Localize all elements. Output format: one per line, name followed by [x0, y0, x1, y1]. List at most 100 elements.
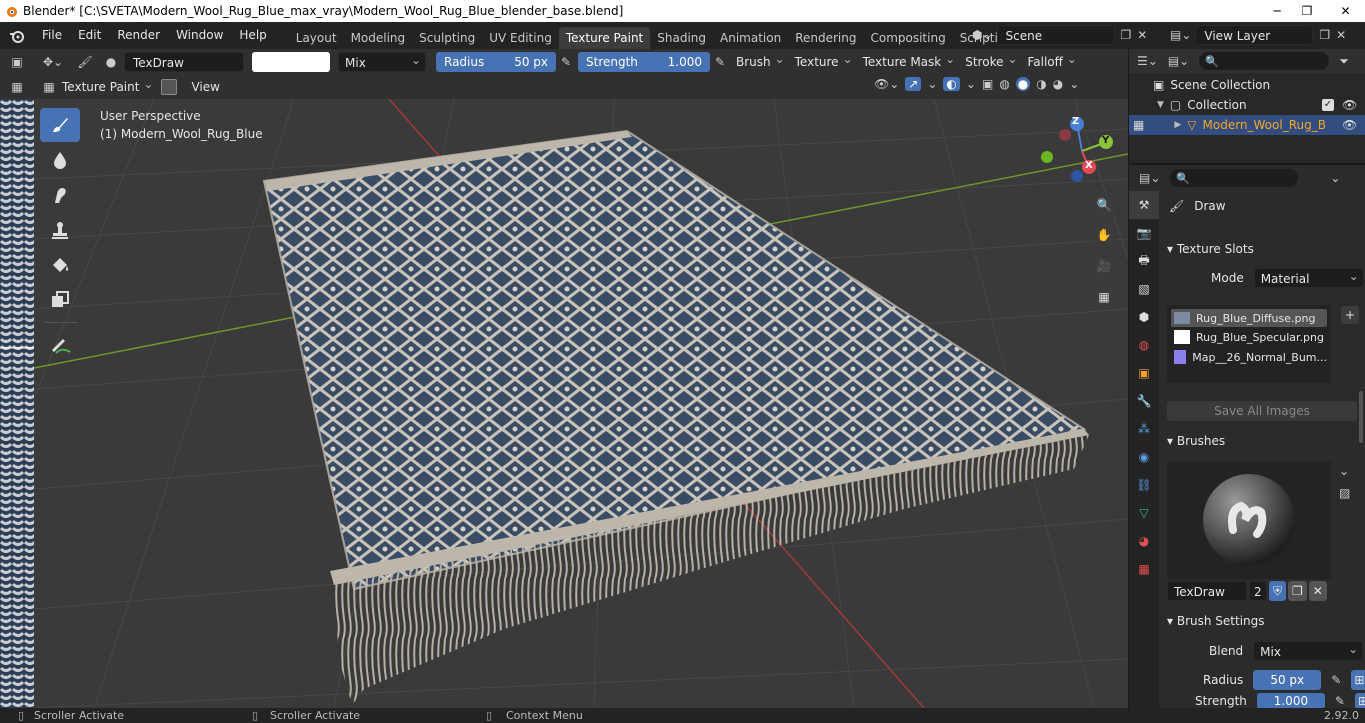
- menu-render[interactable]: Render: [109, 22, 168, 49]
- tab-view-layer[interactable]: ▧: [1129, 275, 1159, 303]
- duplicate-brush-icon[interactable]: ❐: [1288, 581, 1307, 601]
- properties-options-icon[interactable]: ⌄: [1330, 171, 1340, 185]
- radius-unified-icon[interactable]: ⊞: [1351, 670, 1365, 690]
- tab-output[interactable]: 🖶: [1129, 247, 1159, 275]
- tab-physics[interactable]: ◉: [1129, 443, 1159, 471]
- object-visibility-icon[interactable]: 👁: [1342, 118, 1357, 132]
- view-layer-field[interactable]: View Layer: [1195, 25, 1314, 45]
- object-expand-icon[interactable]: ▶: [1174, 120, 1181, 130]
- gizmo-toggle-icon[interactable]: ↗: [905, 77, 922, 91]
- maximize-button[interactable]: ❐: [1292, 0, 1322, 22]
- menu-file[interactable]: File: [34, 22, 70, 49]
- brush-settings-header[interactable]: ▾ Brush Settings: [1167, 610, 1265, 632]
- menu-window[interactable]: Window: [168, 22, 231, 49]
- tab-render[interactable]: 📷: [1129, 219, 1159, 247]
- brush-users-count[interactable]: 2: [1249, 581, 1267, 601]
- brush-strength-slider[interactable]: 1.000: [1256, 693, 1325, 709]
- strength-pressure-icon[interactable]: ✎: [710, 55, 730, 69]
- brush-menu[interactable]: Brush: [730, 49, 789, 72]
- texture-slot-item[interactable]: Rug_Blue_Diffuse.png: [1171, 309, 1327, 327]
- tab-layout[interactable]: Layout: [289, 27, 344, 49]
- brush-color-swatch[interactable]: [252, 52, 330, 72]
- unlink-brush-icon[interactable]: ✕: [1308, 581, 1327, 601]
- tab-scene[interactable]: ⬢: [1129, 303, 1159, 331]
- remove-scene-icon[interactable]: ✕: [1137, 28, 1147, 42]
- close-button[interactable]: ✕: [1326, 0, 1365, 22]
- scene-name-field[interactable]: Scene: [996, 25, 1115, 45]
- mode-dropdown[interactable]: Texture Paint: [56, 74, 157, 97]
- visibility-icon[interactable]: 👁⌄: [874, 77, 899, 91]
- navigation-gizmo[interactable]: Z Y X: [1036, 115, 1120, 190]
- fake-user-shield-icon[interactable]: ⛨: [1269, 581, 1287, 601]
- tab-constraints[interactable]: ⛓: [1129, 471, 1159, 499]
- tab-compositing[interactable]: Compositing: [863, 27, 952, 49]
- new-scene-icon[interactable]: ❐: [1121, 28, 1132, 42]
- properties-editor-icon[interactable]: ▤⌄: [1139, 171, 1160, 185]
- overlay-dropdown-icon[interactable]: ⌄: [966, 77, 976, 91]
- overlay-toggle-icon[interactable]: ◐: [943, 77, 960, 91]
- properties-scrollbar[interactable]: [1359, 391, 1363, 443]
- tab-object[interactable]: ▣: [1129, 359, 1159, 387]
- shading-dropdown-icon[interactable]: ⌄: [1069, 77, 1079, 91]
- strength-slider[interactable]: Strength 1.000: [578, 52, 710, 72]
- shading-wireframe-icon[interactable]: ◍: [999, 77, 1009, 91]
- tab-data[interactable]: ▽: [1129, 499, 1159, 527]
- brush-name-field[interactable]: TexDraw: [124, 52, 244, 72]
- collection-exclude-checkbox[interactable]: ✓: [1322, 99, 1334, 111]
- blend-dropdown[interactable]: Mix: [338, 50, 426, 72]
- tab-shading[interactable]: Shading: [650, 27, 713, 49]
- tab-uv-editing[interactable]: UV Editing: [482, 27, 559, 49]
- soften-tool-button[interactable]: [40, 143, 80, 177]
- annotate-tool-button[interactable]: [40, 328, 80, 362]
- falloff-menu[interactable]: Falloff: [1021, 49, 1080, 72]
- shading-solid-icon[interactable]: ●: [1015, 77, 1031, 91]
- tab-world[interactable]: ◍: [1129, 331, 1159, 359]
- zoom-button[interactable]: 🔍: [1091, 192, 1117, 218]
- shading-rendered-icon[interactable]: ◕: [1053, 77, 1063, 91]
- properties-search-input[interactable]: 🔍: [1170, 169, 1299, 187]
- brush-blend-dropdown[interactable]: Mix: [1253, 639, 1364, 661]
- tab-tool[interactable]: ⚒: [1129, 191, 1159, 219]
- xray-toggle-icon[interactable]: ▣: [982, 77, 993, 91]
- 3d-viewport[interactable]: [34, 99, 1128, 708]
- outliner-search-input[interactable]: 🔍: [1199, 52, 1330, 70]
- tool-mode-icon[interactable]: ✥⌄: [34, 55, 72, 69]
- new-view-layer-icon[interactable]: ❐: [1319, 28, 1330, 42]
- strength-unified-icon[interactable]: ⊞: [1354, 693, 1365, 709]
- outliner-display-mode-icon[interactable]: ▤⌄: [1168, 54, 1189, 68]
- texture-slots-header[interactable]: ▾ Texture Slots: [1167, 238, 1254, 260]
- remove-view-layer-icon[interactable]: ✕: [1336, 28, 1346, 42]
- view-layer-icon[interactable]: ▤⌄: [1170, 28, 1191, 42]
- brush-icon[interactable]: 🖌: [72, 55, 98, 69]
- mask-tool-button[interactable]: [40, 283, 80, 317]
- shading-material-icon[interactable]: ◑: [1036, 77, 1046, 91]
- brushes-header[interactable]: ▾ Brushes: [1167, 430, 1225, 452]
- add-slot-button[interactable]: +: [1341, 306, 1359, 324]
- tab-material[interactable]: ◕: [1129, 527, 1159, 555]
- radius-pressure-icon[interactable]: ✎: [556, 55, 576, 69]
- texture-slot-item[interactable]: Map__26_Normal_Bum...: [1171, 347, 1327, 367]
- draw-tool-button[interactable]: [40, 108, 80, 142]
- menu-edit[interactable]: Edit: [70, 22, 109, 49]
- view-menu[interactable]: View: [191, 80, 219, 94]
- brush-image-icon[interactable]: ▨: [1339, 486, 1350, 500]
- brush-list-dropdown-icon[interactable]: ⌄: [1339, 464, 1349, 478]
- tab-sculpting[interactable]: Sculpting: [412, 27, 482, 49]
- texture-menu[interactable]: Texture: [789, 49, 857, 72]
- gizmo-dropdown-icon[interactable]: ⌄: [927, 77, 937, 91]
- smear-tool-button[interactable]: [40, 178, 80, 212]
- tab-modifiers[interactable]: 🔧: [1129, 387, 1159, 415]
- brush-browse-icon[interactable]: ●: [98, 55, 124, 69]
- tab-particles[interactable]: ⁂: [1129, 415, 1159, 443]
- pan-button[interactable]: ✋: [1091, 222, 1117, 248]
- tab-animation[interactable]: Animation: [713, 27, 788, 49]
- strip-view-icon[interactable]: ▦: [0, 75, 34, 99]
- save-all-images-button[interactable]: Save All Images: [1167, 401, 1357, 421]
- ortho-toggle-button[interactable]: ▦: [1091, 284, 1117, 310]
- camera-view-button[interactable]: 🎥: [1091, 253, 1117, 279]
- outliner-filter-icon[interactable]: ⏷: [1339, 54, 1349, 69]
- expand-arrow-icon[interactable]: ▼: [1157, 100, 1164, 110]
- radius-slider[interactable]: Radius 50 px: [436, 52, 556, 72]
- tab-rendering[interactable]: Rendering: [788, 27, 863, 49]
- blender-menu-icon[interactable]: [0, 28, 34, 44]
